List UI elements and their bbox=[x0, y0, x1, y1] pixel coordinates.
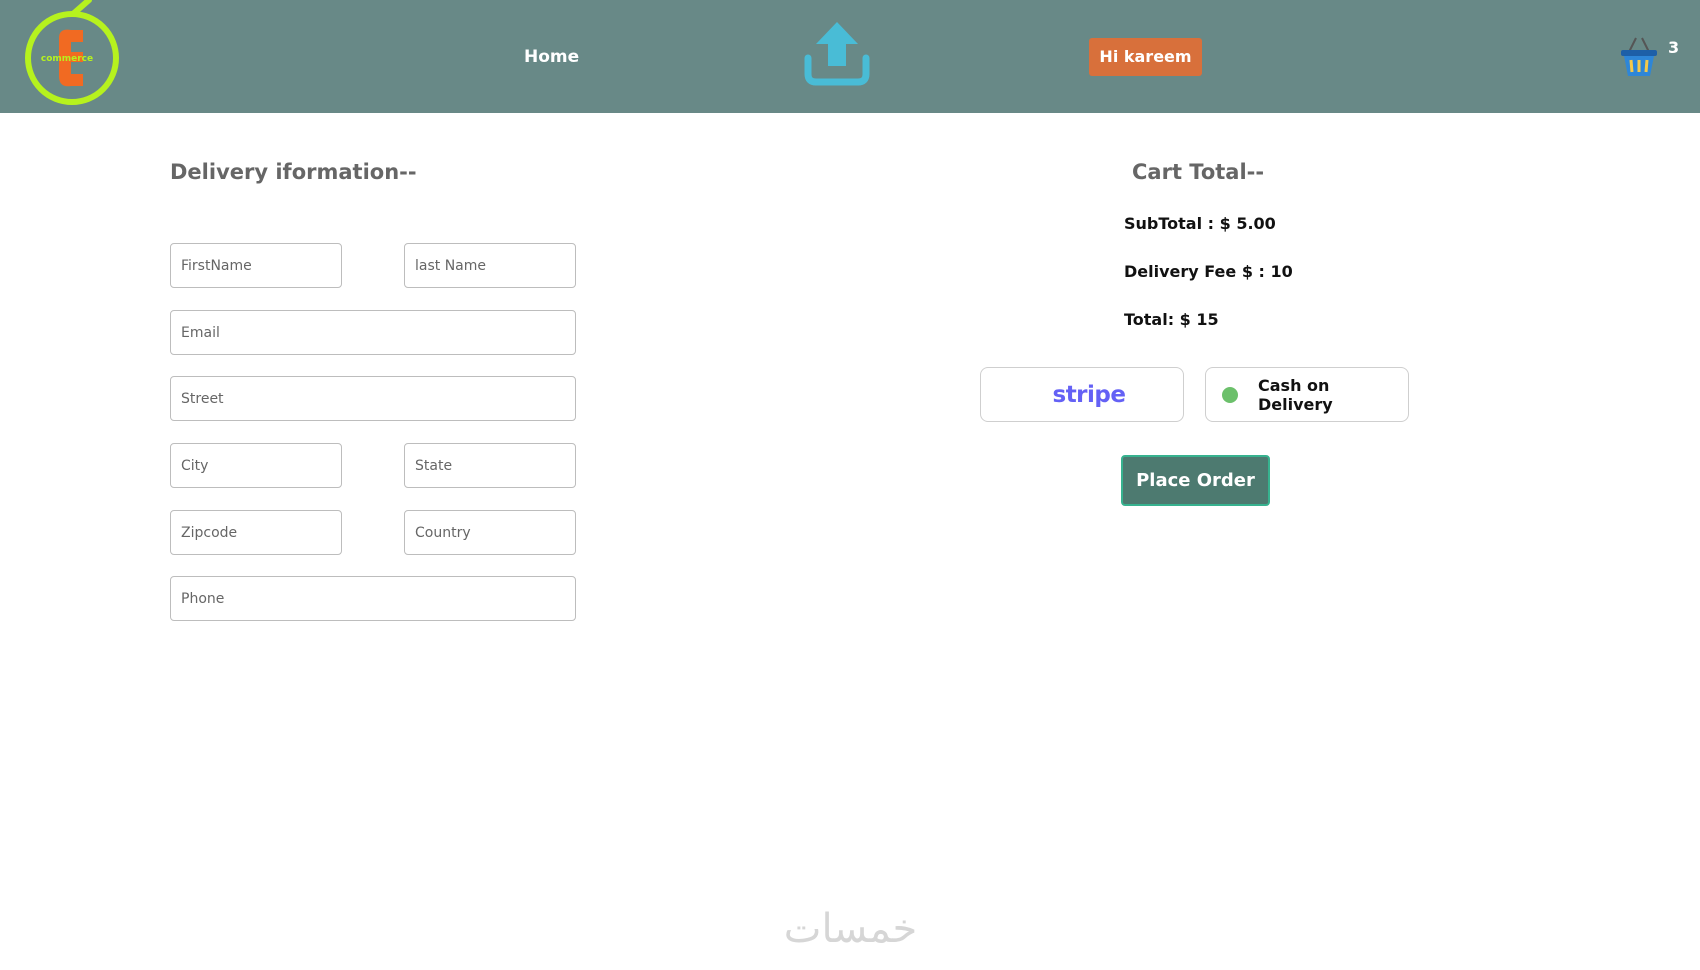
basket-icon[interactable] bbox=[1619, 36, 1659, 78]
navbar: commerce Home Hi kareem 3 bbox=[0, 0, 1700, 113]
cart-count-badge: 3 bbox=[1668, 38, 1680, 57]
stripe-payment-option[interactable]: stripe bbox=[980, 367, 1184, 422]
state-input[interactable] bbox=[404, 443, 576, 488]
cart-total-title: Cart Total-- bbox=[1132, 160, 1265, 184]
subtotal-text: SubTotal : $ 5.00 bbox=[1124, 214, 1276, 233]
country-input[interactable] bbox=[404, 510, 576, 555]
nav-home-link[interactable]: Home bbox=[520, 42, 583, 72]
zipcode-input[interactable] bbox=[170, 510, 342, 555]
phone-input[interactable] bbox=[170, 576, 576, 621]
upload-icon[interactable] bbox=[802, 20, 872, 86]
delivery-fee-text: Delivery Fee $ : 10 bbox=[1124, 262, 1293, 281]
user-greeting-button[interactable]: Hi kareem bbox=[1089, 38, 1202, 76]
commerce-logo[interactable]: commerce bbox=[23, 0, 121, 108]
city-input[interactable] bbox=[170, 443, 342, 488]
cod-label: Cash on Delivery bbox=[1258, 375, 1333, 414]
total-text: Total: $ 15 bbox=[1124, 310, 1219, 329]
selected-radio-icon bbox=[1222, 386, 1238, 403]
watermark-logo: خمسات bbox=[783, 906, 918, 952]
first-name-input[interactable] bbox=[170, 243, 342, 288]
stripe-logo: stripe bbox=[1052, 381, 1126, 408]
logo-text: commerce bbox=[41, 54, 93, 64]
street-input[interactable] bbox=[170, 376, 576, 421]
place-order-button[interactable]: Place Order bbox=[1121, 455, 1270, 506]
last-name-input[interactable] bbox=[404, 243, 576, 288]
email-input[interactable] bbox=[170, 310, 576, 355]
cash-on-delivery-option[interactable]: Cash on Delivery bbox=[1205, 367, 1409, 422]
delivery-info-title: Delivery iformation-- bbox=[170, 160, 417, 184]
